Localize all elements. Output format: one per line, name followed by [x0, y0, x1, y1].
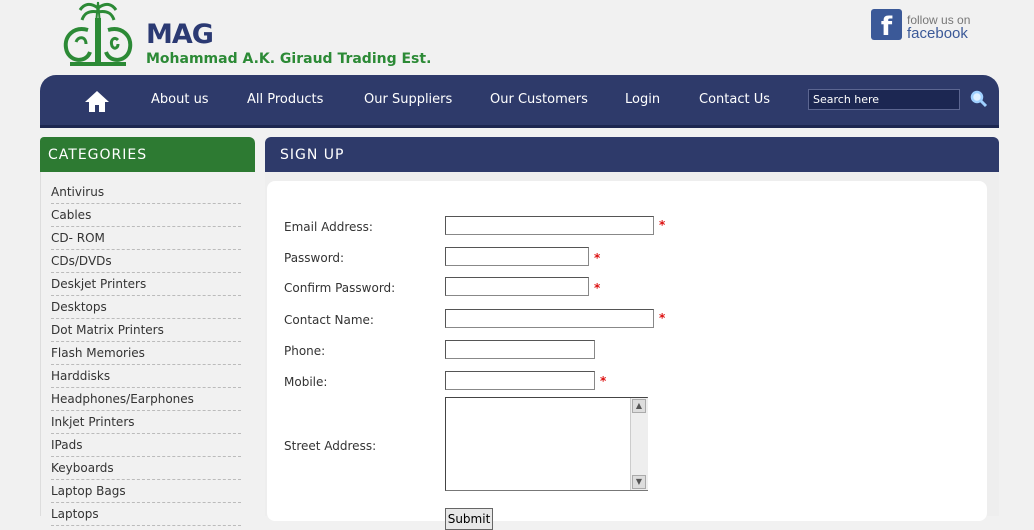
facebook-link[interactable]: f follow us on facebook [871, 9, 981, 43]
home-icon[interactable] [84, 89, 110, 113]
search-icon[interactable] [970, 90, 988, 108]
company-name: Mohammad A.K. Giraud Trading Est. [146, 51, 432, 67]
signup-panel: Email Address: * Password: * Confirm Pas… [265, 172, 999, 530]
company-logo [63, 1, 133, 66]
required-marker: * [600, 374, 607, 388]
category-list: Antivirus Cables CD- ROM CDs/DVDs Deskje… [51, 182, 241, 527]
email-field[interactable] [445, 216, 654, 235]
category-item[interactable]: Headphones/Earphones [51, 389, 241, 411]
category-item[interactable]: IPads [51, 435, 241, 457]
category-item[interactable]: CDs/DVDs [51, 251, 241, 273]
mobile-label: Mobile: [284, 375, 328, 389]
nav-our-customers[interactable]: Our Customers [490, 91, 588, 109]
street-address-label: Street Address: [284, 439, 377, 453]
nav-all-products[interactable]: All Products [247, 91, 323, 109]
phone-field[interactable] [445, 340, 595, 359]
category-item[interactable]: Inkjet Printers [51, 412, 241, 434]
nav-contact-us[interactable]: Contact Us [699, 91, 770, 109]
signup-form: Email Address: * Password: * Confirm Pas… [267, 181, 987, 530]
category-item[interactable]: Harddisks [51, 366, 241, 388]
category-item[interactable]: Antivirus [51, 182, 241, 204]
signup-heading: SIGN UP [265, 137, 999, 172]
category-item[interactable]: Cables [51, 205, 241, 227]
main-navigation: About us All Products Our Suppliers Our … [40, 75, 999, 128]
mobile-field[interactable] [445, 371, 595, 390]
categories-heading: CATEGORIES [40, 137, 255, 172]
category-item[interactable]: Laptops [51, 504, 241, 526]
required-marker: * [659, 218, 666, 232]
required-marker: * [659, 311, 666, 325]
submit-button[interactable]: Submit [445, 508, 493, 530]
contact-name-field[interactable] [445, 309, 654, 328]
password-field[interactable] [445, 247, 589, 266]
scroll-down-icon[interactable]: ▼ [632, 475, 646, 489]
brand-logo-text: MAG [146, 19, 214, 50]
nav-login[interactable]: Login [625, 91, 660, 109]
category-item[interactable]: Laptop Bags [51, 481, 241, 503]
confirm-password-label: Confirm Password: [284, 281, 396, 295]
required-marker: * [594, 251, 601, 265]
category-item[interactable]: Flash Memories [51, 343, 241, 365]
category-item[interactable]: Dot Matrix Printers [51, 320, 241, 342]
categories-panel: Antivirus Cables CD- ROM CDs/DVDs Deskje… [40, 172, 256, 526]
nav-about-us[interactable]: About us [151, 91, 209, 109]
scroll-up-icon[interactable]: ▲ [632, 399, 646, 413]
contact-name-label: Contact Name: [284, 313, 374, 327]
phone-label: Phone: [284, 344, 326, 358]
textarea-scrollbar[interactable]: ▲ ▼ [630, 398, 648, 490]
category-item[interactable]: Desktops [51, 297, 241, 319]
street-address-field[interactable] [445, 397, 648, 491]
category-item[interactable]: CD- ROM [51, 228, 241, 250]
facebook-name-text: facebook [907, 25, 968, 42]
category-item[interactable]: Deskjet Printers [51, 274, 241, 296]
email-label: Email Address: [284, 220, 373, 234]
nav-our-suppliers[interactable]: Our Suppliers [364, 91, 452, 109]
required-marker: * [594, 281, 601, 295]
confirm-password-field[interactable] [445, 277, 589, 296]
facebook-icon: f [871, 9, 902, 42]
category-item[interactable]: Keyboards [51, 458, 241, 480]
search-input[interactable] [808, 89, 960, 110]
password-label: Password: [284, 251, 345, 265]
